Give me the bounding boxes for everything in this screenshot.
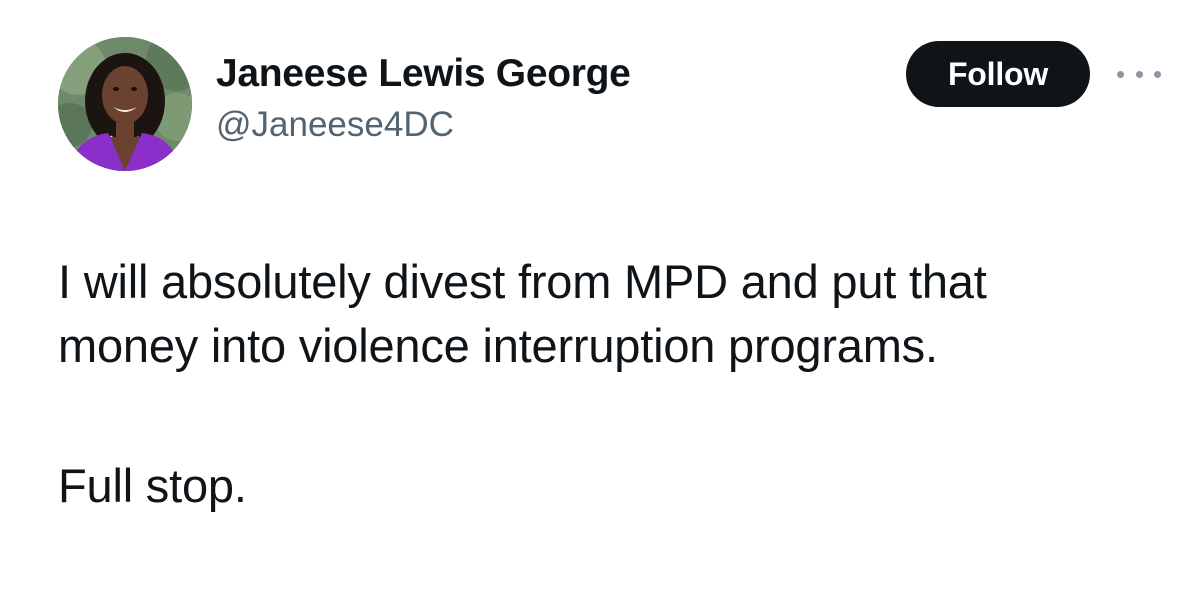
more-dot <box>1154 70 1161 78</box>
author-display-name[interactable]: Janeese Lewis George <box>216 50 631 98</box>
tweet-text-line: I will absolutely divest from MPD and pu… <box>58 255 987 308</box>
tweet-text-line: money into violence interruption program… <box>58 319 938 372</box>
tweet-text-line: Full stop. <box>58 459 247 512</box>
more-dot <box>1117 70 1124 78</box>
author-avatar[interactable] <box>58 37 192 171</box>
author-handle[interactable]: @Janeese4DC <box>216 104 631 146</box>
avatar-image <box>58 37 192 171</box>
follow-button[interactable]: Follow <box>906 41 1090 107</box>
more-options-icon[interactable] <box>1117 64 1161 84</box>
tweet-text: I will absolutely divest from MPD and pu… <box>58 250 1158 518</box>
author-identity: Janeese Lewis George @Janeese4DC <box>216 50 631 146</box>
tweet-card: Janeese Lewis George @Janeese4DC Follow … <box>0 0 1200 597</box>
more-dot <box>1135 70 1143 78</box>
